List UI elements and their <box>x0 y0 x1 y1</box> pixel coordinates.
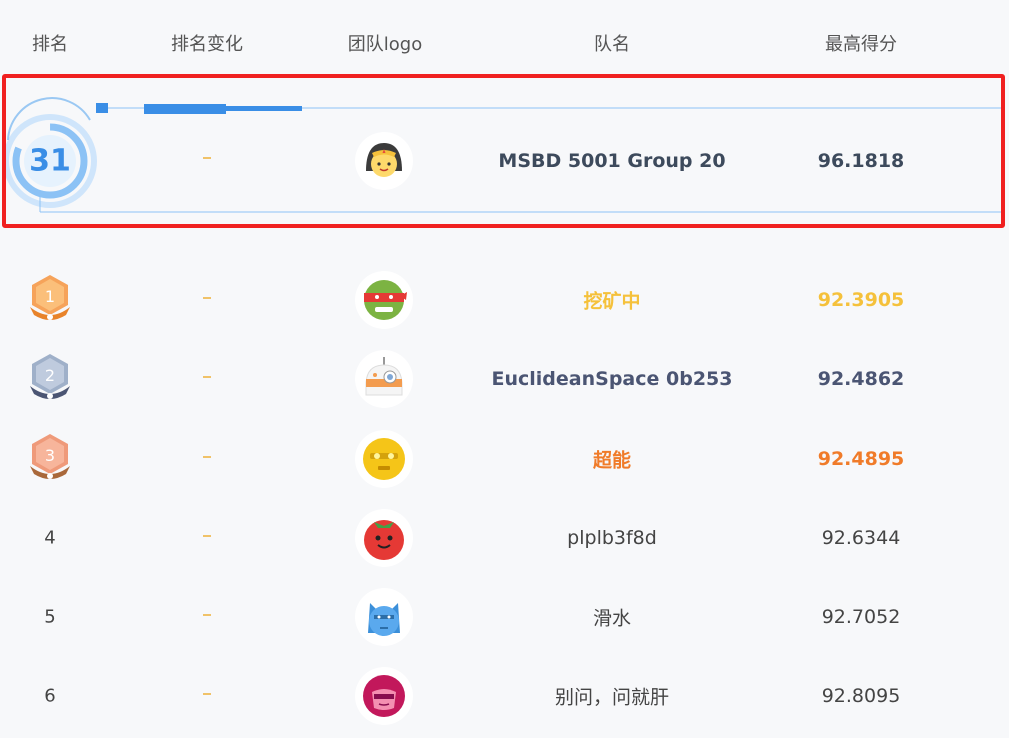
table-row[interactable]: 2 EuclideanSpace 0b253 92.4862 <box>0 344 1009 414</box>
rank-change-indicator <box>203 376 211 378</box>
team-avatar <box>355 350 413 408</box>
team-name: 挖矿中 <box>583 290 641 313</box>
table-row[interactable]: 1 挖矿中 92.3905 <box>0 265 1009 335</box>
table-row[interactable]: 3 超能 92.4895 <box>0 424 1009 494</box>
team-score: 92.4862 <box>817 368 905 390</box>
svg-text:3: 3 <box>45 446 55 465</box>
team-score: 92.8095 <box>821 685 901 707</box>
rank-change-indicator <box>203 456 211 458</box>
team-score: 92.7052 <box>821 606 901 628</box>
rank-number: 6 <box>44 685 56 707</box>
rank-change-indicator <box>203 614 211 616</box>
silver-medal-icon: 2 <box>26 352 74 406</box>
bronze-medal-icon: 3 <box>26 432 74 486</box>
team-avatar <box>355 667 413 725</box>
my-team-highlight-border <box>2 74 1005 228</box>
helmet-hero-avatar-icon <box>363 675 405 717</box>
team-score: 92.3905 <box>817 289 905 311</box>
gold-medal-icon: 1 <box>26 273 74 327</box>
team-score: 92.6344 <box>821 527 901 549</box>
rank-change-indicator <box>203 535 211 537</box>
team-name: plplb3f8d <box>567 527 657 549</box>
team-avatar <box>355 430 413 488</box>
team-name: 超能 <box>592 449 632 472</box>
rank-change-indicator <box>203 693 211 695</box>
team-score: 92.4895 <box>817 448 905 470</box>
tomato-face-avatar-icon <box>364 520 404 560</box>
svg-text:1: 1 <box>45 287 55 306</box>
team-avatar <box>355 509 413 567</box>
table-row[interactable]: 4 plplb3f8d 92.6344 <box>0 503 1009 573</box>
rank-change-indicator <box>203 297 211 299</box>
team-avatar <box>355 588 413 646</box>
team-name: 滑水 <box>592 607 632 630</box>
table-row[interactable]: 6 别问，问就肝 92.8095 <box>0 661 1009 731</box>
gold-robot-avatar-icon <box>363 438 405 480</box>
rank-number: 5 <box>44 606 56 628</box>
blue-creature-avatar-icon <box>368 603 400 636</box>
team-avatar <box>355 271 413 329</box>
rank-number: 4 <box>44 527 56 549</box>
svg-text:2: 2 <box>45 366 55 385</box>
ninja-turtle-avatar-icon <box>364 280 407 320</box>
table-row[interactable]: 5 滑水 92.7052 <box>0 582 1009 652</box>
team-name: EuclideanSpace 0b253 <box>491 368 733 390</box>
team-name: 别问，问就肝 <box>554 686 670 709</box>
droid-avatar-icon <box>365 357 403 396</box>
